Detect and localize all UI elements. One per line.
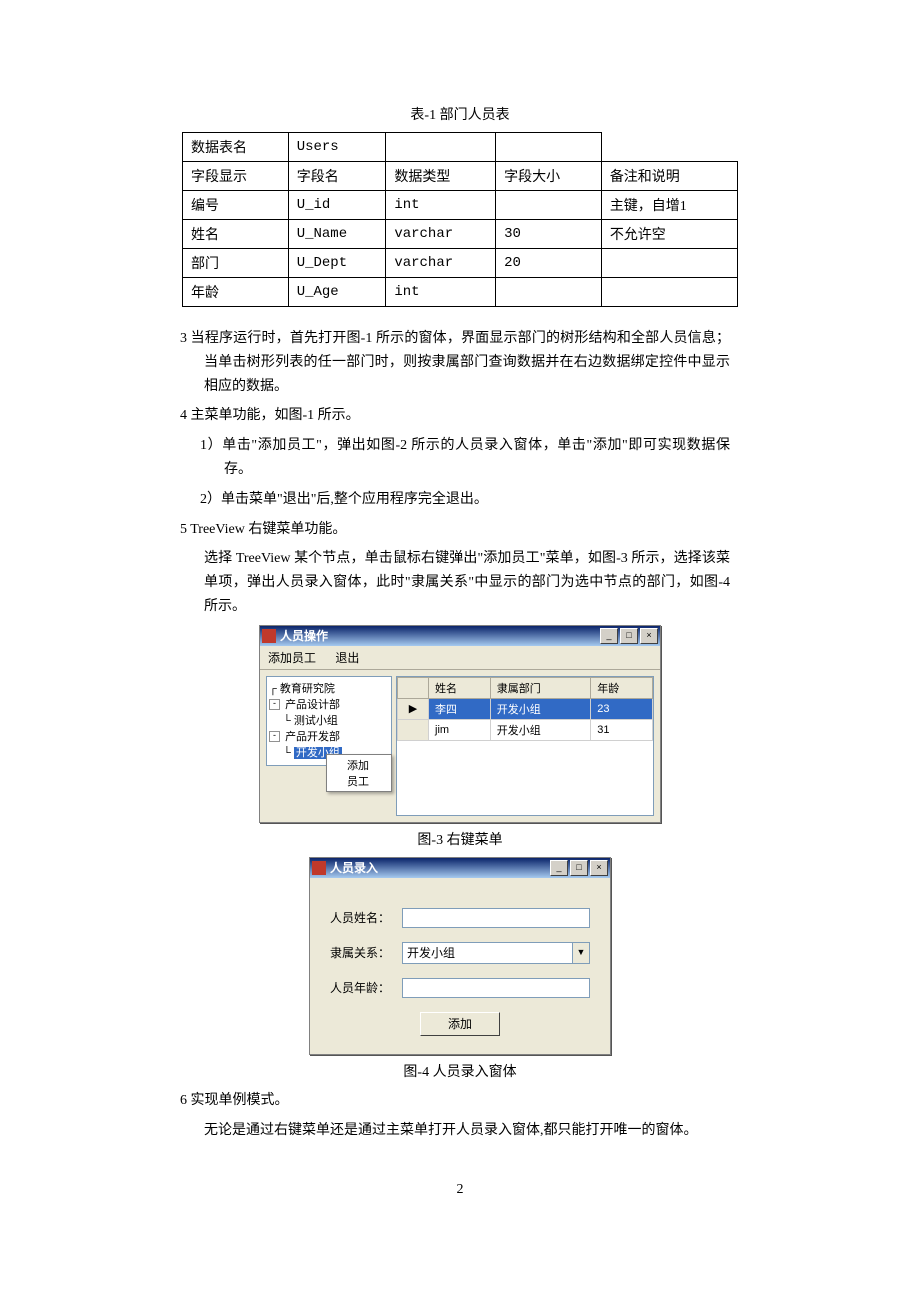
cell: varchar	[386, 220, 496, 249]
data-grid[interactable]: 姓名隶属部门年龄 ▶李四开发小组23 jim开发小组31	[396, 676, 654, 816]
figure-3-caption: 图-3 右键菜单	[0, 829, 920, 849]
cell: 数据表名	[183, 133, 289, 162]
grid-corner	[398, 677, 429, 698]
menu-exit[interactable]: 退出	[335, 651, 359, 665]
minimize-button[interactable]: _	[600, 628, 618, 644]
close-button[interactable]: ×	[640, 628, 658, 644]
paragraph-4-1: 1）单击"添加员工"，弹出如图-2 所示的人员录入窗体，单击"添加"即可实现数据…	[180, 434, 730, 482]
grid-row[interactable]: ▶李四开发小组23	[398, 698, 653, 719]
paragraph-6: 6 实现单例模式。	[180, 1089, 730, 1113]
cell: 字段名	[288, 162, 386, 191]
add-button[interactable]: 添加	[420, 1012, 500, 1036]
paragraph-6-1: 无论是通过右键菜单还是通过主菜单打开人员录入窗体,都只能打开唯一的窗体。	[180, 1119, 730, 1143]
app-icon	[262, 629, 276, 643]
cell	[386, 133, 496, 162]
window-personnel-ops: 人员操作 _ □ × 添加员工 退出 ┌ 教育研究院 - 产品设计部 └ 测试小…	[259, 625, 661, 823]
cell: Users	[288, 133, 386, 162]
label-dept: 隶属关系：	[330, 944, 402, 961]
cell[interactable]: 李四	[429, 698, 491, 719]
cell	[496, 191, 602, 220]
cell: 姓名	[183, 220, 289, 249]
paragraph-5-1: 选择 TreeView 某个节点，单击鼠标右键弹出"添加员工"菜单，如图-3 所…	[180, 547, 730, 618]
cell: 20	[496, 249, 602, 278]
cell: int	[386, 191, 496, 220]
row-header	[398, 719, 429, 740]
cell: 备注和说明	[601, 162, 737, 191]
close-button[interactable]: ×	[590, 860, 608, 876]
combo-value: 开发小组	[403, 944, 572, 961]
paragraph-4: 4 主菜单功能，如图-1 所示。	[180, 404, 730, 428]
cell	[496, 133, 602, 162]
tree-node[interactable]: - 产品开发部	[269, 729, 389, 745]
cell: int	[386, 278, 496, 307]
cell: 字段显示	[183, 162, 289, 191]
label-age: 人员年龄：	[330, 979, 402, 996]
cell	[601, 249, 737, 278]
paragraph-3: 3 当程序运行时，首先打开图-1 所示的窗体，界面显示部门的树形结构和全部人员信…	[180, 327, 730, 398]
data-table: 数据表名Users 字段显示字段名数据类型字段大小备注和说明 编号U_idint…	[182, 132, 738, 307]
cell: 部门	[183, 249, 289, 278]
cell[interactable]: 开发小组	[490, 698, 591, 719]
table-caption: 表-1 部门人员表	[0, 104, 920, 124]
page-number: 2	[0, 1182, 920, 1198]
cell: U_Dept	[288, 249, 386, 278]
tree-node[interactable]: └ 测试小组	[269, 713, 389, 729]
window-personnel-entry: 人员录入 _ □ × 人员姓名： 隶属关系： 开发小组▼ 人员年龄： 添加	[309, 857, 611, 1055]
paragraph-5: 5 TreeView 右键菜单功能。	[180, 518, 730, 542]
tree-node[interactable]: - 产品设计部	[269, 697, 389, 713]
menu-bar: 添加员工 退出	[260, 646, 660, 670]
cell: 编号	[183, 191, 289, 220]
window-title: 人员录入	[330, 859, 550, 876]
cell	[601, 278, 737, 307]
col-age[interactable]: 年龄	[591, 677, 653, 698]
maximize-button[interactable]: □	[620, 628, 638, 644]
minimize-button[interactable]: _	[550, 860, 568, 876]
maximize-button[interactable]: □	[570, 860, 588, 876]
cell[interactable]: 23	[591, 698, 653, 719]
col-name[interactable]: 姓名	[429, 677, 491, 698]
tree-view[interactable]: ┌ 教育研究院 - 产品设计部 └ 测试小组 - 产品开发部 └ 开发小组	[266, 676, 392, 766]
title-bar: 人员操作 _ □ ×	[260, 626, 660, 646]
cell: U_Name	[288, 220, 386, 249]
cell[interactable]: 31	[591, 719, 653, 740]
cell[interactable]: 开发小组	[490, 719, 591, 740]
window-title: 人员操作	[280, 627, 600, 644]
cell: U_id	[288, 191, 386, 220]
cell[interactable]: jim	[429, 719, 491, 740]
cell: 不允许空	[601, 220, 737, 249]
context-menu[interactable]: 添加员工	[326, 754, 392, 792]
title-bar: 人员录入 _ □ ×	[310, 858, 610, 878]
cell: varchar	[386, 249, 496, 278]
row-indicator-icon: ▶	[398, 698, 429, 719]
dept-combobox[interactable]: 开发小组▼	[402, 942, 590, 964]
cell: 年龄	[183, 278, 289, 307]
cell: 30	[496, 220, 602, 249]
tree-node[interactable]: ┌ 教育研究院	[269, 681, 389, 697]
age-input[interactable]	[402, 978, 590, 998]
name-input[interactable]	[402, 908, 590, 928]
cell: U_Age	[288, 278, 386, 307]
paragraph-4-2: 2）单击菜单"退出"后,整个应用程序完全退出。	[180, 488, 730, 512]
grid-row[interactable]: jim开发小组31	[398, 719, 653, 740]
app-icon	[312, 861, 326, 875]
cell	[496, 278, 602, 307]
col-dept[interactable]: 隶属部门	[490, 677, 591, 698]
menu-add-employee[interactable]: 添加员工	[268, 651, 316, 665]
cell: 数据类型	[386, 162, 496, 191]
label-name: 人员姓名：	[330, 909, 402, 926]
cell: 字段大小	[496, 162, 602, 191]
chevron-down-icon[interactable]: ▼	[572, 943, 589, 963]
cell: 主键，自增1	[601, 191, 737, 220]
figure-4-caption: 图-4 人员录入窗体	[0, 1061, 920, 1081]
